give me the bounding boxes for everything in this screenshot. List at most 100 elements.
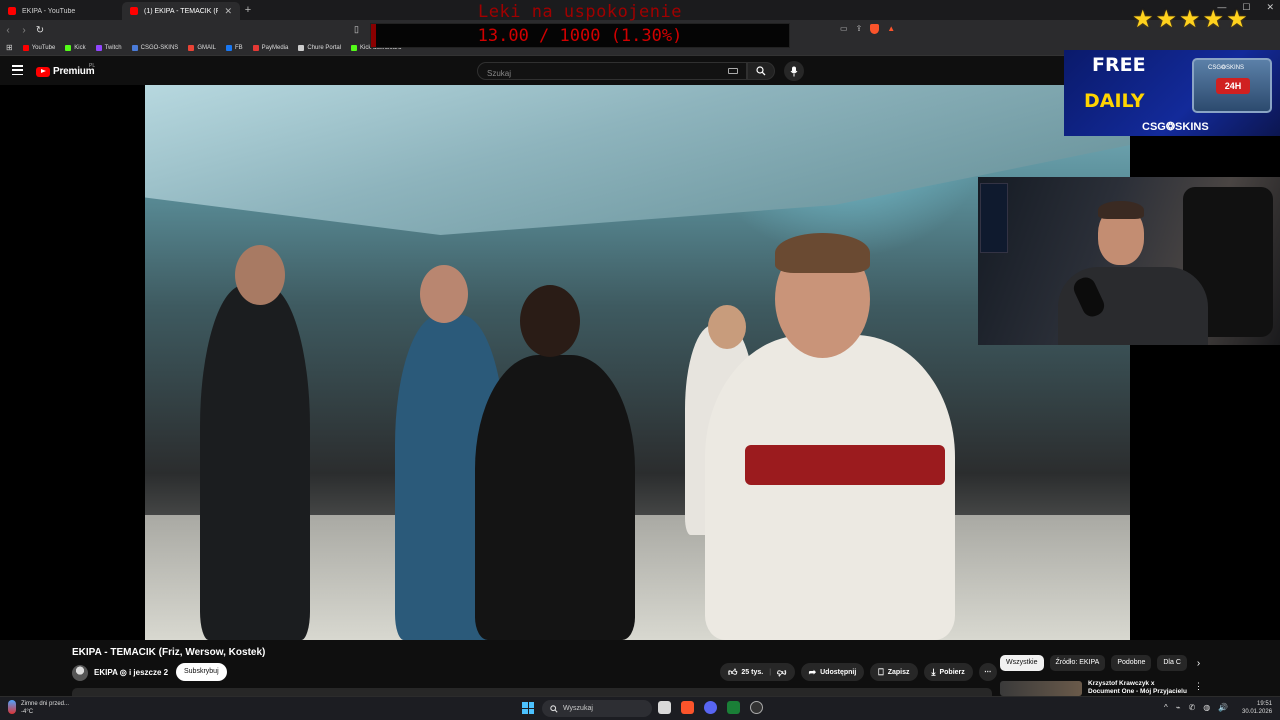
bookmark-gmail[interactable]: GMAIL [188,44,216,51]
share-button[interactable]: ➦ Udostępnij [800,663,865,681]
bookmark-twitch[interactable]: Twitch [95,44,122,51]
close-window-button[interactable]: ✕ [1266,2,1274,13]
star-icon: ★ [1155,6,1178,33]
tray-overflow-icon[interactable]: ^ [1164,703,1168,712]
network-icon[interactable]: ◍ [1203,703,1210,712]
search-icon [550,704,558,713]
bookmark-label: YouTube [31,44,56,51]
weather-text: Zimne dni przed... -4°C [21,700,69,716]
sponsor-brand-text: CSG❂SKINS [1142,121,1209,133]
channel-name[interactable]: EKIPA ◎ i jeszcze 2 [94,668,168,677]
hamburger-menu-icon[interactable] [12,65,23,75]
youtube-favicon-icon [130,7,138,15]
share-icon: ➦ [808,666,817,677]
description-box[interactable] [72,688,992,696]
search-input[interactable] [478,65,718,82]
back-icon[interactable]: ‹ [0,25,16,36]
taskbar-search[interactable]: Wyszukaj [542,700,652,717]
bookmark-paymedia[interactable]: PayMedia [252,44,288,51]
video-player[interactable] [0,85,1280,640]
bookmark-portal[interactable]: Chure Portal [298,44,341,51]
webcam-streamer-hair [1098,201,1144,219]
bookmark-kick[interactable]: Kick [65,44,86,51]
chevron-right-icon[interactable]: › [1197,658,1200,669]
video-person-black-jacket [475,355,635,640]
recommendation-menu-icon[interactable]: ⋮ [1194,681,1203,692]
sponsor-banner: FREE DAILY CSG❂SKINS 24H CSG❂SKINS [1064,50,1280,136]
chip-all[interactable]: Wszystkie [1000,655,1044,671]
bookmark-fb[interactable]: FB [226,44,243,51]
chip-for-you[interactable]: Dla C [1157,655,1187,671]
new-tab-button[interactable]: + [240,4,256,16]
search-icon [756,66,766,76]
video-frame[interactable] [145,85,1130,640]
sponsor-daily-text: DAILY [1084,90,1145,112]
chip-source[interactable]: Źródło: EKIPA [1049,655,1106,671]
video-person-head [420,265,468,323]
paymedia-icon [252,44,259,51]
video-info-area: EKIPA - TEMACIK (Friz, Wersow, Kostek) E… [0,640,1280,696]
recommendation-title[interactable]: Krzysztof Krawczyk x Document One - Mój … [1088,680,1188,696]
forward-icon[interactable]: › [16,25,32,36]
gmail-icon [188,44,195,51]
voice-search-button[interactable] [784,61,804,81]
share-page-icon[interactable]: ⇪ [856,24,863,34]
microphone-icon [790,66,798,76]
streamer-webcam [978,177,1280,345]
video-person-head [520,285,580,357]
chip-similar[interactable]: Podobne [1111,655,1152,671]
start-button[interactable] [522,702,534,714]
obs-icon[interactable] [750,701,763,714]
brave-shield-icon[interactable] [870,24,880,34]
bookmark-label: GMAIL [197,44,216,51]
xbox-icon[interactable] [727,701,740,714]
bookmark-youtube[interactable]: YouTube [22,44,56,51]
channel-avatar[interactable] [72,665,88,681]
weather-widget[interactable]: Zimne dni przed... -4°C [8,700,69,716]
video-person-guitarist [200,285,310,640]
tab-temacik[interactable]: (1) EKIPA - TEMACIK (Friz, Wersow ✕ [122,2,240,20]
tray-app-icon[interactable]: ⌁ [1176,703,1181,712]
save-button[interactable]: ⎕ Zapisz [870,663,918,681]
clock-date: 30.01.2026 [1242,709,1273,715]
brave-browser-icon[interactable] [681,701,694,714]
save-label: Zapisz [887,668,910,676]
taskbar-search-label: Wyszukaj [563,705,593,712]
keyboard-icon[interactable] [728,68,738,74]
more-icon: ⋯ [984,669,992,676]
counter-value: 13.00 / 1000 (1.30%) [477,26,683,46]
bookmark-label: FB [235,44,243,51]
reader-icon[interactable]: ▭ [840,24,848,34]
video-person-red-stripe [745,445,945,485]
thermometer-icon [8,700,16,714]
recommendation-thumbnail[interactable] [1000,681,1082,696]
bookmark-csgo-skins[interactable]: CSGO-SKINS [131,44,178,51]
volume-icon[interactable]: 🔊 [1218,703,1228,712]
filter-chips: Wszystkie Źródło: EKIPA Podobne Dla C › [1000,655,1200,671]
brave-rewards-icon[interactable]: ▲ [887,24,895,34]
task-view-icon[interactable] [658,701,671,714]
youtube-logo[interactable]: Premium [36,66,95,77]
like-button[interactable]: 👍︎ 25 tys. | 👍︎ [720,663,795,681]
bookmark-label: Kick [74,44,86,51]
more-actions-button[interactable]: ⋯ [978,663,997,681]
sponsor-free-text: FREE [1092,54,1146,76]
thumbs-down-icon[interactable]: 👍︎ [777,667,786,678]
search-button[interactable] [747,62,775,80]
tray-app-icon[interactable]: ✆ [1189,703,1196,712]
share-label: Udostępnij [820,668,857,676]
download-button[interactable]: ⤓ Pobierz [923,663,973,681]
address-bar-actions: ▭ ⇪ ▲ [840,24,895,34]
screen: EKIPA - YouTube (1) EKIPA - TEMACIK (Fri… [0,0,1280,720]
weather-temperature: -4°C [21,709,34,715]
discord-icon[interactable] [704,701,717,714]
taskbar-clock[interactable]: 19:51 30.01.2026 [1242,700,1272,716]
subscribe-button[interactable]: Subskrybuj [176,663,227,681]
reload-icon[interactable]: ↻ [32,25,48,36]
twitch-icon [95,44,102,51]
close-tab-icon[interactable]: ✕ [224,6,232,17]
bookmark-icon[interactable]: ▯ [354,24,359,35]
tab-ekipa-youtube[interactable]: EKIPA - YouTube [0,2,122,20]
chest-brand-label: CSG❂SKINS [1208,65,1245,71]
apps-grid-icon[interactable]: ⊞ [6,43,13,52]
